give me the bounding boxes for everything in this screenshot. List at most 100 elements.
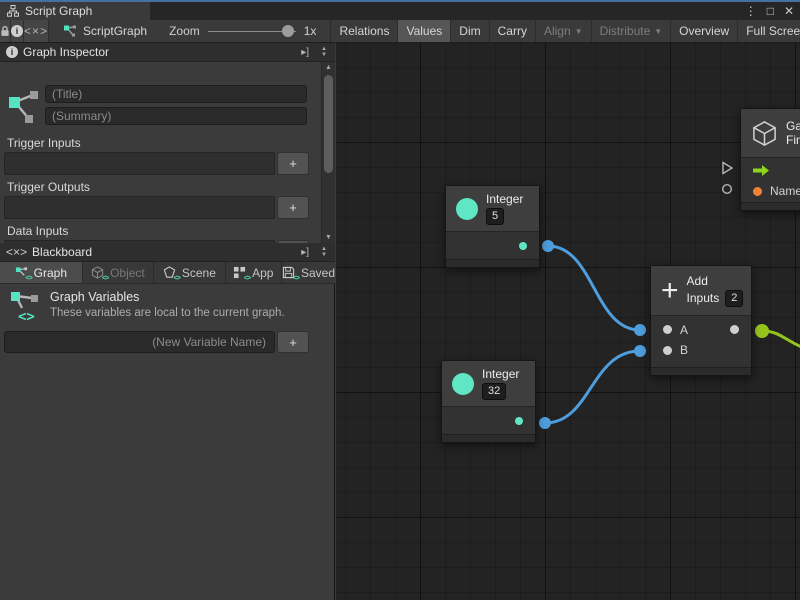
name-port-row: Name: [741, 180, 800, 202]
window-controls: ⋮ □ ✕: [745, 2, 794, 20]
value-port-icon[interactable]: [721, 183, 733, 195]
node-title-line2: Find: [786, 133, 800, 147]
svg-text:<>: <>: [18, 309, 35, 324]
graph-variables-description: These variables are local to the current…: [50, 307, 285, 319]
node-footer: [446, 259, 539, 267]
scroll-down-icon[interactable]: ▼: [322, 234, 335, 241]
name-input-port[interactable]: [753, 187, 762, 196]
graph-inspector-header: i Graph Inspector ▸] ▲▼: [0, 43, 335, 62]
add-trigger-output-button[interactable]: +: [277, 196, 309, 219]
inputs-label: Inputs: [687, 291, 720, 305]
node-title: Integer: [482, 367, 519, 381]
header-scroll-arrows[interactable]: ▲▼: [317, 46, 331, 58]
fullscreen-button[interactable]: Full Screen: [737, 20, 800, 42]
tab-script-graph[interactable]: Script Graph: [0, 2, 150, 20]
new-variable-row: +: [4, 331, 309, 353]
inspector-scrollbar[interactable]: ▲ ▼: [321, 62, 335, 243]
connection-integer5-to-a[interactable]: [548, 246, 640, 330]
connection-endpoint[interactable]: [634, 345, 646, 357]
tab-saved[interactable]: <> Saved: [282, 262, 335, 283]
node-gameobject-find[interactable]: Game Object Find Name: [740, 108, 800, 211]
relations-button[interactable]: Relations: [330, 20, 397, 42]
header-scroll-arrows[interactable]: ▲▼: [317, 246, 331, 258]
values-button[interactable]: Values: [397, 20, 450, 42]
overview-button[interactable]: Overview: [670, 20, 737, 42]
scrollbar-thumb[interactable]: [324, 75, 333, 173]
connection-endpoint[interactable]: [542, 240, 554, 252]
dim-button[interactable]: Dim: [450, 20, 488, 42]
zoom-slider[interactable]: [208, 31, 296, 32]
app-tab-icon: <>: [233, 266, 247, 279]
trigger-inputs-list: +: [4, 152, 309, 175]
flow-port-row: [741, 158, 800, 180]
add-trigger-input-button[interactable]: +: [277, 152, 309, 175]
carry-button[interactable]: Carry: [489, 20, 535, 42]
node-integer-32[interactable]: Integer 32: [441, 360, 536, 443]
node-title: Add: [687, 274, 744, 288]
node-add[interactable]: + Add Inputs 2 A B: [650, 265, 752, 376]
add-icon: +: [661, 278, 679, 304]
node-title-line1: Game Object: [786, 119, 800, 133]
input-port-a[interactable]: [663, 325, 672, 334]
integer-value-field[interactable]: 5: [486, 208, 504, 225]
connection-endpoint[interactable]: [634, 324, 646, 336]
tab-app[interactable]: <> App: [226, 262, 282, 283]
scroll-up-icon[interactable]: ▲: [322, 64, 335, 71]
trigger-outputs-box: [4, 196, 275, 219]
integer-value-field[interactable]: 32: [482, 383, 506, 400]
menu-icon[interactable]: ⋮: [745, 4, 757, 18]
node-header: Integer 32: [442, 361, 535, 407]
node-header: Game Object Find: [741, 109, 800, 158]
add-variable-button[interactable]: +: [277, 331, 309, 353]
panel-pin-icon[interactable]: ▸]: [298, 47, 312, 58]
graph-node-icon: [63, 24, 77, 38]
align-button[interactable]: Align▼: [535, 20, 591, 42]
node-integer-5[interactable]: Integer 5: [445, 185, 540, 268]
graph-icon: [8, 88, 40, 126]
connection-endpoint[interactable]: [539, 417, 551, 429]
connection-integer32-to-b[interactable]: [545, 351, 640, 423]
data-inputs-label: Data Inputs: [7, 224, 68, 238]
flow-arrow-icon[interactable]: [753, 165, 769, 176]
output-port[interactable]: [519, 242, 527, 250]
summary-field[interactable]: [45, 107, 307, 125]
info-icon: i: [11, 25, 23, 37]
close-icon[interactable]: ✕: [784, 4, 794, 18]
graph-variables-icon: <>: [10, 290, 40, 324]
blackboard-tabs: <> Graph <> Object <> Scene: [0, 262, 335, 284]
title-field[interactable]: [45, 85, 307, 103]
panel-pin-icon[interactable]: ▸]: [298, 247, 312, 258]
input-port-b[interactable]: [663, 346, 672, 355]
inputs-count-field[interactable]: 2: [725, 290, 743, 307]
lock-button[interactable]: [0, 20, 11, 42]
trigger-inputs-label: Trigger Inputs: [7, 136, 81, 150]
distribute-button[interactable]: Distribute▼: [591, 20, 671, 42]
new-variable-input[interactable]: [4, 331, 275, 353]
maximize-icon[interactable]: □: [767, 4, 774, 18]
tab-graph[interactable]: <> Graph: [0, 262, 83, 283]
script-graph-window: Script Graph ⋮ □ ✕ i <×>: [0, 0, 800, 600]
blackboard-header: <×> Blackboard ▸] ▲▼: [0, 243, 335, 262]
tab-scene[interactable]: <> Scene: [154, 262, 225, 283]
graph-variables-title: Graph Variables: [50, 290, 285, 304]
trigger-port-icon[interactable]: [721, 161, 734, 175]
integer-type-icon: [456, 198, 478, 220]
chevron-down-icon: ▼: [575, 27, 583, 36]
zoom-slider-handle[interactable]: [282, 25, 294, 37]
output-port[interactable]: [730, 325, 739, 334]
chevron-down-icon: ▼: [654, 27, 662, 36]
node-title: Integer: [486, 192, 523, 206]
graph-canvas[interactable]: Integer 5 Integer 32: [336, 43, 800, 600]
node-header: Integer 5: [446, 186, 539, 232]
inspect-button[interactable]: i: [11, 20, 24, 42]
output-port-row: [446, 232, 539, 259]
integer-type-icon: [452, 373, 474, 395]
tab-object[interactable]: <> Object: [83, 262, 154, 283]
output-port[interactable]: [515, 417, 523, 425]
node-footer: [741, 202, 800, 210]
connection-endpoint[interactable]: [755, 324, 769, 338]
tab-title: Script Graph: [25, 4, 92, 18]
variables-button[interactable]: <×>: [24, 20, 49, 42]
sidebar: i Graph Inspector ▸] ▲▼ Trigger Inputs +…: [0, 43, 335, 600]
graph-inspector-content: Trigger Inputs + Trigger Outputs + Data …: [0, 62, 321, 243]
